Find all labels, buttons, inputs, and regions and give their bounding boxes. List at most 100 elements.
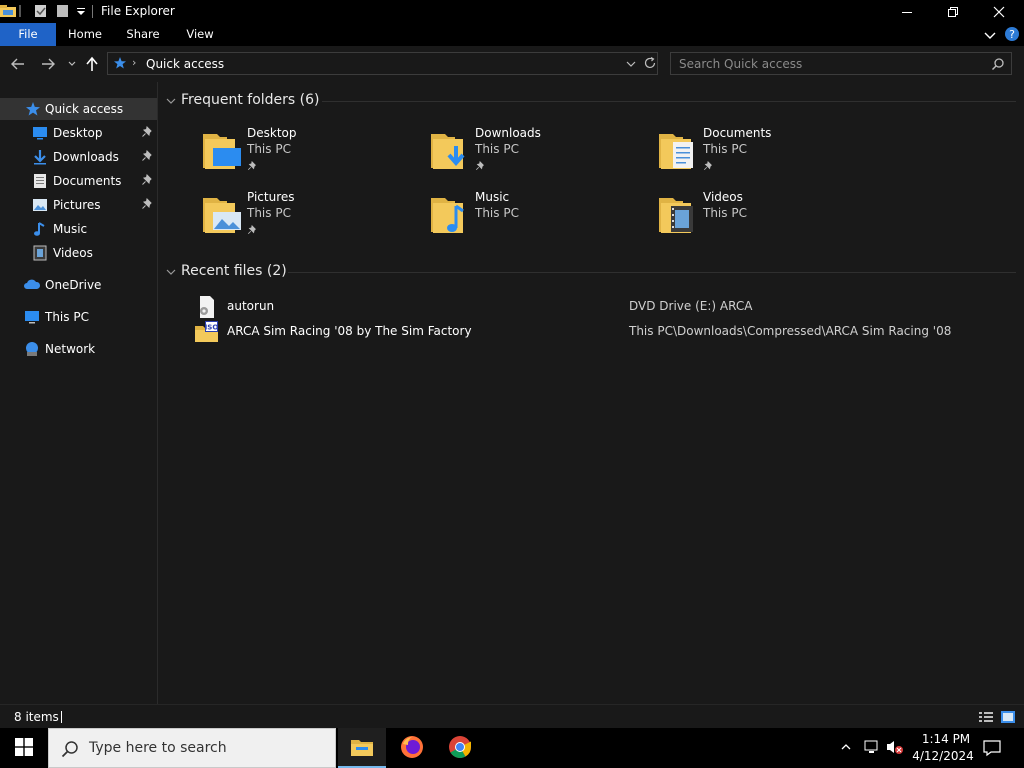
sidebar-item-downloads[interactable]: Downloads bbox=[0, 146, 157, 168]
clock-date[interactable]: 4/12/2024 bbox=[908, 749, 978, 763]
breadcrumb[interactable]: Quick access bbox=[146, 57, 224, 71]
tab-view[interactable]: View bbox=[176, 23, 224, 46]
taskbar-firefox[interactable] bbox=[388, 728, 436, 768]
address-dropdown-icon[interactable] bbox=[626, 58, 636, 72]
close-button[interactable] bbox=[976, 0, 1022, 23]
iso-file-icon: ISO bbox=[194, 320, 218, 344]
folder-tile-videos[interactable]: Videos This PC bbox=[657, 190, 867, 246]
volume-muted-icon[interactable] bbox=[886, 739, 904, 758]
tab-home[interactable]: Home bbox=[60, 23, 110, 46]
network-tray-icon[interactable] bbox=[863, 739, 881, 758]
file-explorer-icon bbox=[350, 737, 374, 760]
forward-button[interactable] bbox=[38, 55, 58, 73]
folder-tile-music[interactable]: Music This PC bbox=[429, 190, 639, 246]
file-name: ARCA Sim Racing '08 by The Sim Factory bbox=[227, 324, 472, 338]
folder-tile-documents[interactable]: Documents This PC bbox=[657, 126, 867, 182]
search-input[interactable]: Search Quick access bbox=[670, 52, 1012, 75]
frequent-folders-header[interactable]: Frequent folders (6) bbox=[165, 92, 325, 112]
documents-folder-icon bbox=[657, 128, 701, 172]
sidebar-item-this-pc[interactable]: This PC bbox=[0, 306, 157, 328]
refresh-icon[interactable] bbox=[643, 56, 657, 73]
up-button[interactable] bbox=[82, 55, 102, 73]
customize-qat-icon[interactable] bbox=[76, 4, 90, 18]
qat-divider bbox=[19, 5, 21, 17]
new-folder-icon[interactable] bbox=[56, 4, 70, 18]
back-button[interactable] bbox=[8, 55, 28, 73]
sidebar-item-label: OneDrive bbox=[45, 278, 102, 292]
sidebar-item-documents[interactable]: Documents bbox=[0, 170, 157, 192]
restore-button[interactable] bbox=[930, 0, 976, 23]
recent-file-row[interactable]: ISO ARCA Sim Racing '08 by The Sim Facto… bbox=[190, 320, 1020, 344]
taskbar-file-explorer[interactable] bbox=[338, 728, 386, 768]
file-location: This PC\Downloads\Compressed\ARCA Sim Ra… bbox=[629, 324, 952, 338]
pin-icon bbox=[141, 197, 153, 210]
star-icon bbox=[113, 56, 127, 73]
folder-tile-pictures[interactable]: Pictures This PC bbox=[201, 190, 411, 246]
explorer-app-icon bbox=[0, 4, 16, 18]
details-view-icon[interactable] bbox=[978, 710, 994, 727]
search-placeholder: Search Quick access bbox=[679, 57, 803, 71]
film-icon bbox=[32, 245, 48, 261]
tab-file[interactable]: File bbox=[0, 23, 56, 46]
folder-location: This PC bbox=[703, 206, 747, 220]
download-arrow-icon bbox=[32, 149, 48, 165]
collapse-chevron-icon[interactable] bbox=[165, 95, 177, 110]
desktop-folder-icon bbox=[201, 128, 245, 172]
cloud-icon bbox=[23, 277, 41, 293]
sidebar-item-label: Documents bbox=[53, 174, 122, 188]
group-divider bbox=[322, 101, 1016, 102]
file-location: DVD Drive (E:) ARCA bbox=[629, 299, 753, 313]
downloads-folder-icon bbox=[429, 128, 473, 172]
search-icon[interactable] bbox=[991, 57, 1005, 74]
sidebar-item-label: Music bbox=[53, 222, 88, 236]
tab-share[interactable]: Share bbox=[118, 23, 168, 46]
pin-icon bbox=[141, 173, 153, 186]
star-icon bbox=[25, 101, 41, 117]
sidebar-item-videos[interactable]: Videos bbox=[0, 242, 157, 264]
sidebar-item-music[interactable]: Music bbox=[0, 218, 157, 240]
taskbar-chrome[interactable] bbox=[436, 728, 484, 768]
address-bar[interactable]: › Quick access bbox=[107, 52, 658, 75]
title-bar: File Explorer bbox=[0, 0, 1024, 23]
navigation-toolbar: › Quick access Search Quick access bbox=[0, 46, 1024, 82]
start-button[interactable] bbox=[0, 728, 48, 768]
folder-tile-downloads[interactable]: Downloads This PC bbox=[429, 126, 639, 182]
pin-icon bbox=[141, 125, 153, 138]
pin-icon bbox=[141, 149, 153, 162]
title-divider bbox=[92, 5, 93, 18]
recent-files-header[interactable]: Recent files (2) bbox=[165, 263, 305, 283]
clock-time[interactable]: 1:14 PM bbox=[916, 732, 976, 746]
status-divider bbox=[61, 711, 62, 723]
help-icon[interactable]: ? bbox=[1004, 26, 1020, 42]
folder-name: Music bbox=[475, 190, 510, 204]
show-hidden-icons-chevron-icon[interactable] bbox=[840, 741, 852, 756]
minimize-button[interactable] bbox=[884, 0, 930, 23]
sidebar-item-label: Desktop bbox=[53, 126, 103, 140]
sidebar-item-onedrive[interactable]: OneDrive bbox=[0, 274, 157, 296]
sidebar-item-label: Pictures bbox=[53, 198, 101, 212]
sidebar-item-label: Quick access bbox=[45, 102, 124, 116]
folder-tile-desktop[interactable]: Desktop This PC bbox=[201, 126, 411, 182]
folder-location: This PC bbox=[475, 142, 519, 156]
svg-text:?: ? bbox=[1009, 28, 1015, 41]
recent-locations-button[interactable] bbox=[62, 55, 82, 73]
folder-location: This PC bbox=[247, 142, 291, 156]
taskbar-search-box[interactable]: Type here to search bbox=[48, 728, 336, 768]
window-title: File Explorer bbox=[101, 4, 175, 18]
sidebar-item-quick-access[interactable]: Quick access bbox=[0, 98, 157, 120]
folder-location: This PC bbox=[475, 206, 519, 220]
sidebar-item-desktop[interactable]: Desktop bbox=[0, 122, 157, 144]
recent-file-row[interactable]: autorun DVD Drive (E:) ARCA bbox=[190, 295, 1020, 319]
notifications-icon[interactable] bbox=[983, 739, 1001, 760]
group-title: Recent files (2) bbox=[181, 263, 287, 279]
large-icons-view-icon[interactable] bbox=[1000, 710, 1016, 727]
collapse-chevron-icon[interactable] bbox=[165, 266, 177, 281]
breadcrumb-chevron-icon[interactable]: › bbox=[132, 56, 136, 69]
sidebar-item-network[interactable]: Network bbox=[0, 338, 157, 360]
properties-icon[interactable] bbox=[34, 4, 48, 18]
expand-ribbon-icon[interactable] bbox=[982, 27, 998, 43]
network-icon bbox=[24, 341, 40, 357]
navigation-pane-divider[interactable] bbox=[157, 82, 158, 704]
sidebar-item-pictures[interactable]: Pictures bbox=[0, 194, 157, 216]
document-icon bbox=[32, 173, 48, 189]
